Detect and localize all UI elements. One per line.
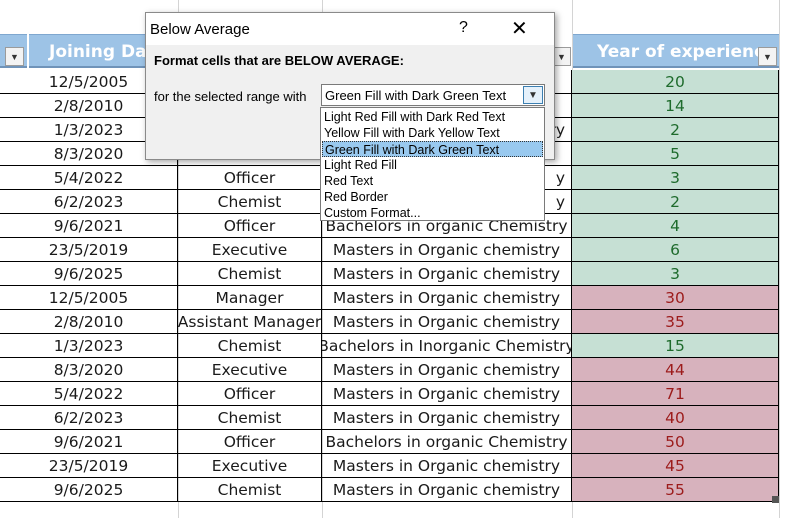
format-option[interactable]: Custom Format... — [322, 205, 543, 221]
cell-qualification[interactable]: Masters in Organic chemistry — [322, 358, 572, 382]
cell-joining-date[interactable]: 6/2/2023 — [0, 190, 178, 214]
cell-qualification[interactable]: Masters in Organic chemistry — [322, 262, 572, 286]
cell-year-of-experience[interactable]: 45 — [572, 454, 779, 478]
chevron-down-icon: ▼ — [10, 51, 19, 62]
cell-qualification[interactable]: Masters in Organic chemistry — [322, 454, 572, 478]
cell-joining-date[interactable]: 9/6/2025 — [0, 478, 178, 502]
cell-joining-date[interactable]: 1/3/2023 — [0, 334, 178, 358]
cell-year-of-experience[interactable]: 35 — [572, 310, 779, 334]
cell-position[interactable]: Executive — [178, 358, 322, 382]
format-option[interactable]: Red Text — [322, 173, 543, 189]
format-options-list: Light Red Fill with Dark Red Text Yellow… — [320, 107, 545, 221]
cell-qualification[interactable]: Masters in Organic chemistry — [322, 406, 572, 430]
cell-position[interactable]: Executive — [178, 454, 322, 478]
cell-year-of-experience[interactable]: 30 — [572, 286, 779, 310]
cell-position[interactable]: Officer — [178, 214, 322, 238]
header-year-of-experience[interactable]: Year of experience — [573, 34, 779, 68]
cell-year-of-experience[interactable]: 3 — [572, 262, 779, 286]
format-option[interactable]: Light Red Fill — [322, 157, 543, 173]
cell-qualification[interactable]: Masters in Organic chemistry — [322, 478, 572, 502]
cell-year-of-experience[interactable]: 20 — [572, 70, 779, 94]
cell-joining-date[interactable]: 12/5/2005 — [0, 286, 178, 310]
cell-joining-date[interactable]: 6/2/2023 — [0, 406, 178, 430]
dialog-prompt: Format cells that are BELOW AVERAGE: — [154, 53, 404, 68]
close-button[interactable]: ✕ — [511, 16, 528, 41]
table-row: 6/2/2023 Chemist Masters in Organic chemis… — [0, 406, 779, 430]
cell-position[interactable]: Officer — [178, 166, 322, 190]
table-row: 9/6/2021 Officer Bachelors in organic Chem… — [0, 430, 779, 454]
cell-year-of-experience[interactable]: 71 — [572, 382, 779, 406]
cell-joining-date[interactable]: 5/4/2022 — [0, 166, 178, 190]
filter-dropdown-button[interactable]: ▼ — [5, 47, 24, 66]
cell-qualification[interactable]: Bachelors in Inorganic Chemistry — [322, 334, 572, 358]
cell-joining-date[interactable]: 23/5/2019 — [0, 238, 178, 262]
cell-joining-date[interactable]: 2/8/2010 — [0, 310, 178, 334]
table-row: 23/5/2019 Executive Masters in Organic che… — [0, 454, 779, 478]
cell-joining-date[interactable]: 5/4/2022 — [0, 382, 178, 406]
format-option-selected[interactable]: Green Fill with Dark Green Text — [322, 141, 543, 157]
cell-position[interactable]: Manager — [178, 286, 322, 310]
filter-dropdown-button[interactable]: ▼ — [758, 47, 777, 66]
cell-position[interactable]: Officer — [178, 382, 322, 406]
table-row: 8/3/2020 Executive Masters in Organic chem… — [0, 358, 779, 382]
cell-year-of-experience[interactable]: 2 — [572, 118, 779, 142]
cell-joining-date[interactable]: 23/5/2019 — [0, 454, 178, 478]
table-row: 23/5/2019 Executive Masters in Organic che… — [0, 238, 779, 262]
range-label: for the selected range with — [154, 89, 307, 104]
format-select-value: Green Fill with Dark Green Text — [325, 88, 507, 103]
cell-joining-date[interactable]: 9/6/2021 — [0, 430, 178, 454]
cell-joining-date[interactable]: 8/3/2020 — [0, 358, 178, 382]
cell-position[interactable]: Chemist — [178, 190, 322, 214]
header-label: Year of experience — [597, 42, 776, 62]
format-option[interactable]: Red Border — [322, 189, 543, 205]
help-button[interactable]: ? — [459, 19, 468, 37]
table-row: 2/8/2010 Assistant Manager Masters in Orga… — [0, 310, 779, 334]
chevron-down-icon: ▼ — [763, 51, 772, 62]
cell-qualification[interactable]: Bachelors in organic Chemistry — [322, 430, 572, 454]
table-row: 12/5/2005 Manager Masters in Organic chemi… — [0, 286, 779, 310]
cell-joining-date[interactable]: 9/6/2021 — [0, 214, 178, 238]
cell-year-of-experience[interactable]: 4 — [572, 214, 779, 238]
cell-qualification[interactable]: Masters in Organic chemistry — [322, 310, 572, 334]
cell-year-of-experience[interactable]: 6 — [572, 238, 779, 262]
cell-year-of-experience[interactable]: 5 — [572, 142, 779, 166]
cell-qualification[interactable]: Masters in Organic chemistry — [322, 238, 572, 262]
cell-position[interactable]: Chemist — [178, 334, 322, 358]
cell-position[interactable]: Officer — [178, 430, 322, 454]
cell-position[interactable]: Chemist — [178, 406, 322, 430]
cell-year-of-experience[interactable]: 14 — [572, 94, 779, 118]
table-row: 9/6/2025 Chemist Masters in Organic chemis… — [0, 478, 779, 502]
cell-position[interactable]: Assistant Manager — [178, 310, 322, 334]
cell-year-of-experience[interactable]: 3 — [572, 166, 779, 190]
cell-qualification[interactable]: Masters in Organic chemistry — [322, 286, 572, 310]
chevron-down-icon[interactable]: ▼ — [523, 86, 543, 104]
format-option[interactable]: Light Red Fill with Dark Red Text — [322, 109, 543, 125]
cell-year-of-experience[interactable]: 40 — [572, 406, 779, 430]
table-row: 5/4/2022 Officer Masters in Organic chemis… — [0, 382, 779, 406]
cell-year-of-experience[interactable]: 44 — [572, 358, 779, 382]
table-resize-handle[interactable] — [772, 496, 779, 503]
table-row: 9/6/2025 Chemist Masters in Organic chemis… — [0, 262, 779, 286]
format-option[interactable]: Yellow Fill with Dark Yellow Text — [322, 125, 543, 141]
cell-position[interactable]: Chemist — [178, 478, 322, 502]
format-select[interactable]: Green Fill with Dark Green Text ▼ — [321, 84, 545, 106]
cell-year-of-experience[interactable]: 55 — [572, 478, 779, 502]
dialog-title: Below Average — [150, 21, 250, 38]
cell-position[interactable]: Executive — [178, 238, 322, 262]
dialog-titlebar: Below Average ? ✕ — [146, 13, 554, 45]
cell-year-of-experience[interactable]: 50 — [572, 430, 779, 454]
cell-position[interactable]: Chemist — [178, 262, 322, 286]
table-row: 1/3/2023 Chemist Bachelors in Inorganic Ch… — [0, 334, 779, 358]
gridline — [779, 0, 780, 518]
cell-qualification[interactable]: Masters in Organic chemistry — [322, 382, 572, 406]
cell-year-of-experience[interactable]: 15 — [572, 334, 779, 358]
cell-joining-date[interactable]: 9/6/2025 — [0, 262, 178, 286]
chevron-down-icon: ▼ — [557, 51, 566, 62]
cell-year-of-experience[interactable]: 2 — [572, 190, 779, 214]
